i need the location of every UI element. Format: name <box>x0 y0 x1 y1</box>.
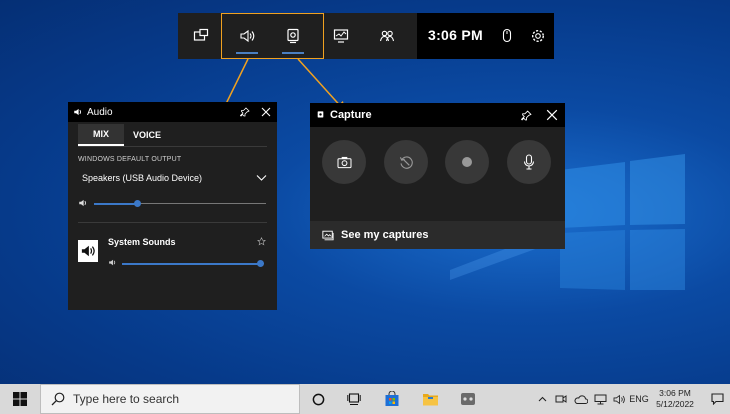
performance-icon <box>333 29 349 43</box>
task-view-icon <box>347 392 361 405</box>
cloud-icon <box>574 394 588 404</box>
divider <box>78 222 267 223</box>
pin-icon[interactable] <box>240 107 250 117</box>
star-icon[interactable] <box>257 237 266 246</box>
tab-voice[interactable]: VOICE <box>124 124 170 146</box>
tab-mix[interactable]: MIX <box>78 124 124 146</box>
cortana-icon <box>312 393 324 405</box>
network-icon <box>594 394 606 404</box>
search-icon <box>51 392 65 406</box>
taskbar-clock[interactable]: 3:06 PM 5/12/2022 <box>650 388 700 410</box>
see-my-captures-link[interactable]: See my captures <box>310 221 565 249</box>
capture-widget-button[interactable] <box>270 13 316 59</box>
close-icon[interactable] <box>261 107 271 117</box>
start-recording-button[interactable] <box>445 140 489 184</box>
social-widget-button[interactable] <box>364 13 410 59</box>
social-icon <box>379 30 395 42</box>
notification-center-button[interactable] <box>706 384 728 414</box>
audio-icon <box>74 108 81 116</box>
start-button[interactable] <box>0 384 40 414</box>
speaker-icon <box>81 245 95 257</box>
meet-icon <box>555 395 567 403</box>
game-bar-time: 3:06 PM <box>428 27 484 43</box>
chevron-down-icon <box>256 175 267 181</box>
capture-titlebar[interactable]: Capture <box>310 103 565 127</box>
speaker-icon <box>79 199 86 207</box>
widget-menu-icon <box>193 28 209 41</box>
capture-icon <box>287 28 299 44</box>
network-button[interactable] <box>591 384 609 414</box>
camera-icon <box>336 156 352 168</box>
record-icon <box>462 157 472 167</box>
taskbar-date: 5/12/2022 <box>656 399 694 409</box>
pin-icon[interactable] <box>521 110 532 121</box>
folder-icon <box>422 394 438 406</box>
output-device-dropdown[interactable]: Speakers (USB Audio Device) <box>78 171 268 187</box>
audio-widget-button[interactable] <box>224 13 270 59</box>
mouse-icon[interactable] <box>500 28 514 44</box>
microphone-icon <box>523 154 535 170</box>
speaker-icon <box>109 259 116 266</box>
show-hidden-icons[interactable] <box>534 384 550 414</box>
task-view-button[interactable] <box>336 384 372 414</box>
volume-button[interactable] <box>610 384 628 414</box>
divider <box>78 146 267 147</box>
taskbar: Type here to search ENG 3:06 PM 5/12/202… <box>0 384 730 414</box>
default-output-label: WINDOWS DEFAULT OUTPUT <box>78 156 182 163</box>
input-language[interactable]: ENG <box>628 384 650 414</box>
audio-title: Audio <box>87 106 113 118</box>
record-last-icon <box>399 155 413 169</box>
app-icon-system-sounds <box>78 240 98 262</box>
record-last-button[interactable] <box>384 140 428 184</box>
output-device-name: Speakers (USB Audio Device) <box>82 173 203 183</box>
notification-icon <box>710 393 724 405</box>
chevron-up-icon <box>538 396 546 402</box>
capture-widget: Capture See my captures <box>310 103 565 249</box>
screenshot-button[interactable] <box>322 140 366 184</box>
audio-titlebar[interactable]: Audio <box>68 102 277 122</box>
search-placeholder: Type here to search <box>73 392 180 406</box>
windows-logo-icon <box>13 392 27 406</box>
tray-app-icon[interactable] <box>553 384 569 414</box>
onedrive-button[interactable] <box>572 384 590 414</box>
volume-icon <box>613 394 625 404</box>
app-name: System Sounds <box>108 237 176 247</box>
capture-icon <box>317 111 324 118</box>
file-explorer-button[interactable] <box>412 384 448 414</box>
widget-menu-button[interactable] <box>178 13 224 59</box>
microsoft-store-button[interactable] <box>374 384 410 414</box>
capture-title: Capture <box>330 109 372 121</box>
audio-icon <box>240 29 255 43</box>
cortana-button[interactable] <box>300 384 336 414</box>
close-icon[interactable] <box>546 109 558 121</box>
gallery-icon <box>322 230 334 240</box>
taskbar-search-box[interactable]: Type here to search <box>40 384 300 414</box>
audio-widget: Audio MIX VOICE WINDOWS DEFAULT OUTPUT S… <box>68 102 277 310</box>
master-volume-slider[interactable] <box>94 199 266 207</box>
game-bar-icon <box>461 393 475 405</box>
store-icon <box>385 391 399 406</box>
gear-icon[interactable] <box>530 28 546 44</box>
taskbar-time: 3:06 PM <box>659 388 691 398</box>
app-volume-slider[interactable] <box>122 259 264 267</box>
audio-tabs: MIX VOICE <box>78 124 268 146</box>
xbox-game-bar-button[interactable] <box>450 384 486 414</box>
see-my-captures-label: See my captures <box>341 229 429 241</box>
microphone-button[interactable] <box>507 140 551 184</box>
performance-widget-button[interactable] <box>318 13 364 59</box>
